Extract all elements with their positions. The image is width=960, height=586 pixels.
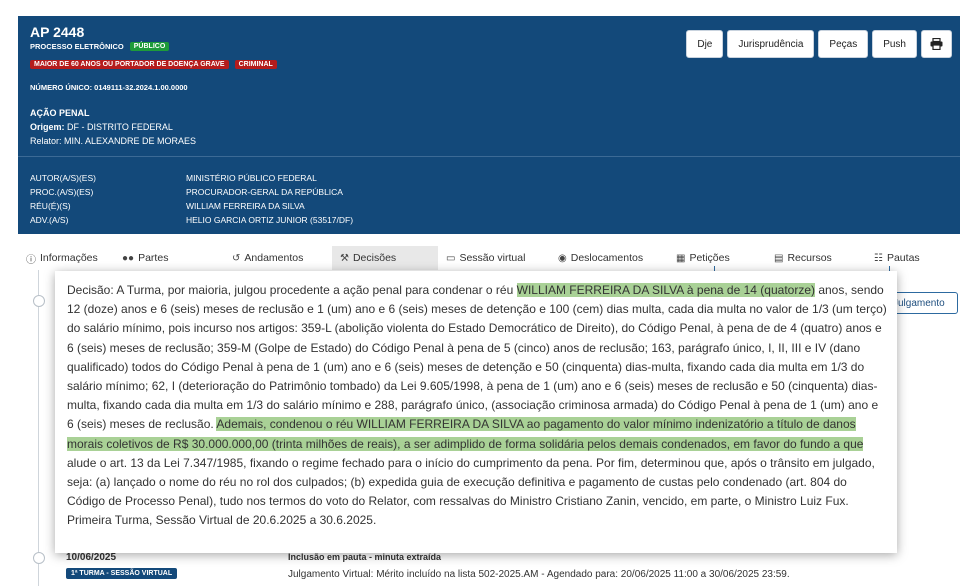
- tab-andamentos[interactable]: ↺ Andamentos: [224, 246, 332, 270]
- tab-sessao-virtual[interactable]: ▭ Sessão virtual: [438, 246, 550, 270]
- process-type: PROCESSO ELETRÔNICO: [30, 42, 124, 51]
- tab-label: Sessão virtual: [459, 252, 526, 264]
- tab-deslocamentos[interactable]: ◉ Deslocamentos: [550, 246, 668, 270]
- party-name: MINISTÉRIO PÚBLICO FEDERAL: [186, 173, 317, 183]
- process-title: AP 2448: [30, 24, 85, 40]
- tab-partes[interactable]: ●● Partes: [114, 246, 224, 270]
- header-separator: [18, 156, 960, 157]
- priority-row: MAIOR DE 60 ANOS OU PORTADOR DE DOENÇA G…: [30, 60, 277, 69]
- folder-icon: ▦: [676, 252, 686, 264]
- monitor-icon: ▭: [446, 252, 456, 264]
- entry-title: Inclusão em pauta - minuta extraída: [288, 552, 442, 562]
- process-header: AP 2448 PROCESSO ELETRÔNICO PÚBLICO MAIO…: [18, 16, 960, 234]
- timeline-dot: [33, 295, 45, 307]
- tab-label: Petições: [689, 252, 730, 264]
- printer-icon: [930, 38, 943, 50]
- priority-badge: MAIOR DE 60 ANOS OU PORTADOR DE DOENÇA G…: [30, 60, 229, 69]
- tab-label: Decisões: [352, 252, 397, 264]
- decision-text: Decisão: A Turma, por maioria, julgou pr…: [67, 281, 887, 531]
- gavel-icon: ⚒: [340, 252, 349, 264]
- party-name: HELIO GARCIA ORTIZ JUNIOR (53517/DF): [186, 215, 354, 225]
- julgamento-button[interactable]: Julgamento: [888, 292, 958, 314]
- timeline-entry: 10/06/2025 1ª TURMA - SESSÃO VIRTUAL Inc…: [64, 548, 944, 586]
- public-badge: PÚBLICO: [129, 42, 170, 51]
- decision-text-part: Decisão: A Turma, por maioria, julgou pr…: [67, 283, 517, 297]
- process-class: AÇÃO PENAL: [30, 108, 90, 118]
- history-icon: ↺: [232, 252, 241, 264]
- tab-label: Recursos: [787, 252, 832, 264]
- process-origin: Origem: DF - DISTRITO FEDERAL: [30, 122, 173, 132]
- print-button[interactable]: [921, 30, 952, 58]
- info-icon: ⓘ: [26, 254, 36, 266]
- entry-description: Julgamento Virtual: Mérito incluído na l…: [288, 569, 790, 580]
- tab-label: Deslocamentos: [570, 252, 644, 264]
- jurisprudencia-button[interactable]: Jurisprudência: [727, 30, 815, 58]
- decision-text-part: anos, sendo 12 (doze) anos e 6 (seis) me…: [67, 283, 887, 432]
- entry-date: 10/06/2025: [66, 552, 117, 563]
- tab-decisoes[interactable]: ⚒ Decisões: [332, 246, 438, 270]
- party-role: PROC.(A/S)(ES): [30, 187, 94, 197]
- origin-label: Origem:: [30, 122, 65, 132]
- header-toolbar: Dje Jurisprudência Peças Push: [686, 30, 952, 58]
- criminal-badge: CRIMINAL: [234, 60, 277, 69]
- timeline-dot: [33, 552, 45, 564]
- tab-label: Informações: [40, 252, 98, 264]
- dje-button[interactable]: Dje: [686, 30, 724, 58]
- session-badge: 1ª TURMA - SESSÃO VIRTUAL: [66, 568, 178, 579]
- party-role: AUTOR(A/S)(ES): [30, 173, 96, 183]
- calendar-icon: ☷: [874, 252, 883, 264]
- decision-popup: Decisão: A Turma, por maioria, julgou pr…: [55, 271, 897, 553]
- party-role: ADV.(A/S): [30, 215, 69, 225]
- party-role: RÉU(É)(S): [30, 201, 71, 211]
- tab-label: Pautas: [886, 252, 920, 264]
- tab-label: Andamentos: [244, 252, 304, 264]
- origin-value: DF - DISTRITO FEDERAL: [67, 122, 173, 132]
- push-button[interactable]: Push: [872, 30, 917, 58]
- process-rapporteur: Relator: MIN. ALEXANDRE DE MORAES: [30, 136, 197, 146]
- process-type-row: PROCESSO ELETRÔNICO PÚBLICO: [30, 42, 170, 51]
- tab-label: Partes: [138, 252, 169, 264]
- party-name: PROCURADOR-GERAL DA REPÚBLICA: [186, 187, 343, 197]
- timeline-line: [38, 270, 39, 586]
- unique-number: NÚMERO ÚNICO: 0149111-32.2024.1.00.0000: [30, 83, 188, 92]
- tab-informacoes[interactable]: ⓘ Informações: [24, 246, 114, 270]
- document-icon: ▤: [774, 252, 784, 264]
- decision-highlight: WILLIAM FERREIRA DA SILVA à pena de 14 (…: [516, 283, 815, 297]
- map-marker-icon: ◉: [558, 252, 567, 264]
- users-icon: ●●: [122, 252, 135, 264]
- decision-text-part: alude o art. 13 da Lei 7.347/1985, fixan…: [67, 455, 875, 528]
- pecas-button[interactable]: Peças: [818, 30, 869, 58]
- party-name: WILLIAM FERREIRA DA SILVA: [186, 201, 305, 211]
